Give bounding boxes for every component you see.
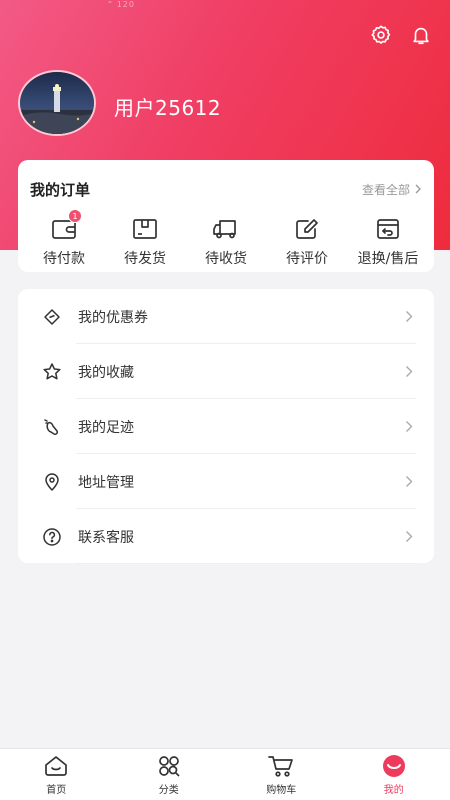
package-box-icon (133, 219, 157, 239)
order-after-sales[interactable]: 退换/售后 (348, 216, 428, 268)
menu-item-label: 地址管理 (78, 474, 134, 491)
bell-icon[interactable] (408, 22, 434, 48)
category-icon (158, 756, 180, 777)
username: 用户25612 (114, 96, 222, 120)
coupon-icon (44, 308, 60, 325)
menu-item-footprints[interactable]: 我的足迹 (40, 399, 416, 454)
bottom-tab-bar: 首页 分类 购物车 我的 (0, 748, 450, 800)
home-icon (45, 756, 68, 776)
menu-item-coupons[interactable]: 我的优惠券 (40, 289, 416, 344)
tab-label: 分类 (158, 785, 179, 796)
chevron-right-icon (406, 366, 413, 377)
edit-review-icon (296, 219, 318, 239)
chevron-right-icon (415, 184, 421, 194)
menu-item-customer-service[interactable]: 联系客服 (40, 509, 416, 564)
order-label: 待付款 (43, 251, 85, 267)
header-actions (368, 22, 434, 48)
help-circle-icon (43, 527, 61, 546)
tab-cart[interactable]: 购物车 (225, 753, 337, 796)
orders-header: 我的订单 查看全部 (18, 160, 434, 200)
menu-item-address[interactable]: 地址管理 (40, 454, 416, 509)
order-to-ship[interactable]: 待发货 (105, 216, 185, 268)
chevron-right-icon (406, 421, 413, 432)
order-pending-payment[interactable]: 1 待付款 (24, 209, 104, 268)
order-to-review[interactable]: 待评价 (267, 216, 347, 268)
footprint-icon (44, 418, 58, 435)
order-status-row: 1 待付款 待发货 待收货 待评价 退换/售后 (18, 200, 434, 268)
pending-payment-badge: 1 (68, 209, 82, 223)
order-to-receive[interactable]: 待收货 (186, 216, 266, 268)
tab-home[interactable]: 首页 (0, 753, 112, 796)
avatar[interactable] (18, 70, 96, 136)
tab-label: 首页 (46, 785, 67, 796)
tab-label: 购物车 (266, 785, 297, 796)
cart-icon (268, 756, 294, 777)
order-label: 退换/售后 (357, 251, 419, 267)
star-icon (43, 362, 61, 379)
order-label: 待发货 (124, 251, 166, 267)
order-label: 待收货 (205, 251, 247, 267)
location-pin-icon (45, 472, 59, 491)
menu-item-label: 我的足迹 (78, 419, 134, 436)
order-label: 待评价 (286, 251, 328, 267)
chevron-right-icon (406, 311, 413, 322)
view-all-orders-link[interactable]: 查看全部 (362, 181, 422, 198)
settings-menu-card: 我的优惠券 我的收藏 我的足迹 地址管理 联系客服 (18, 289, 434, 564)
chevron-right-icon (406, 531, 413, 542)
tab-profile[interactable]: 我的 (338, 753, 450, 796)
menu-item-label: 联系客服 (78, 529, 134, 546)
menu-item-label: 我的收藏 (78, 364, 134, 381)
profile-icon (382, 755, 405, 777)
my-orders-card: 我的订单 查看全部 1 待付款 待发货 待收货 待评价 退换/售后 (18, 160, 434, 272)
menu-item-favorites[interactable]: 我的收藏 (40, 344, 416, 399)
delivery-truck-icon (213, 220, 236, 239)
view-all-label: 查看全部 (361, 182, 410, 197)
menu-item-label: 我的优惠券 (78, 309, 148, 326)
orders-title: 我的订单 (30, 180, 91, 199)
settings-gear-icon[interactable] (368, 22, 394, 48)
chevron-right-icon (406, 476, 413, 487)
return-exchange-icon (377, 219, 399, 239)
tab-label: 我的 (383, 785, 404, 796)
tab-category[interactable]: 分类 (113, 753, 225, 796)
status-text: “ 120 (108, 0, 135, 9)
